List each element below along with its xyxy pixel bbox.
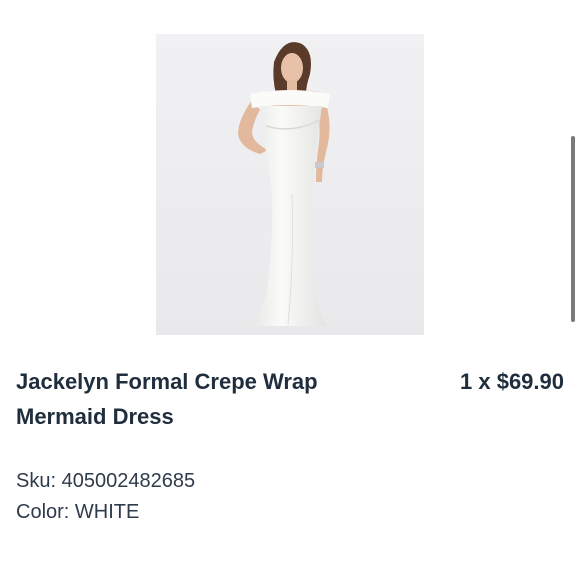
quantity: 1 <box>459 369 473 394</box>
dress-photo <box>156 34 424 335</box>
color-value: WHITE <box>74 501 140 523</box>
scrollbar[interactable] <box>571 136 575 322</box>
product-image[interactable] <box>156 34 424 335</box>
quantity-price: 1 x $69.90 <box>460 364 564 399</box>
quantity-separator: x <box>472 369 497 394</box>
price: $69.90 <box>496 369 564 394</box>
sku-line: Sku: 405002482685 <box>16 467 195 495</box>
product-name[interactable]: Jackelyn Formal Crepe Wrap Mermaid Dress <box>16 364 396 434</box>
sku-label: Sku: <box>16 470 57 492</box>
sku-value: 405002482685 <box>61 470 196 492</box>
color-label: Color: <box>16 501 70 523</box>
color-line: Color: WHITE <box>16 498 139 526</box>
